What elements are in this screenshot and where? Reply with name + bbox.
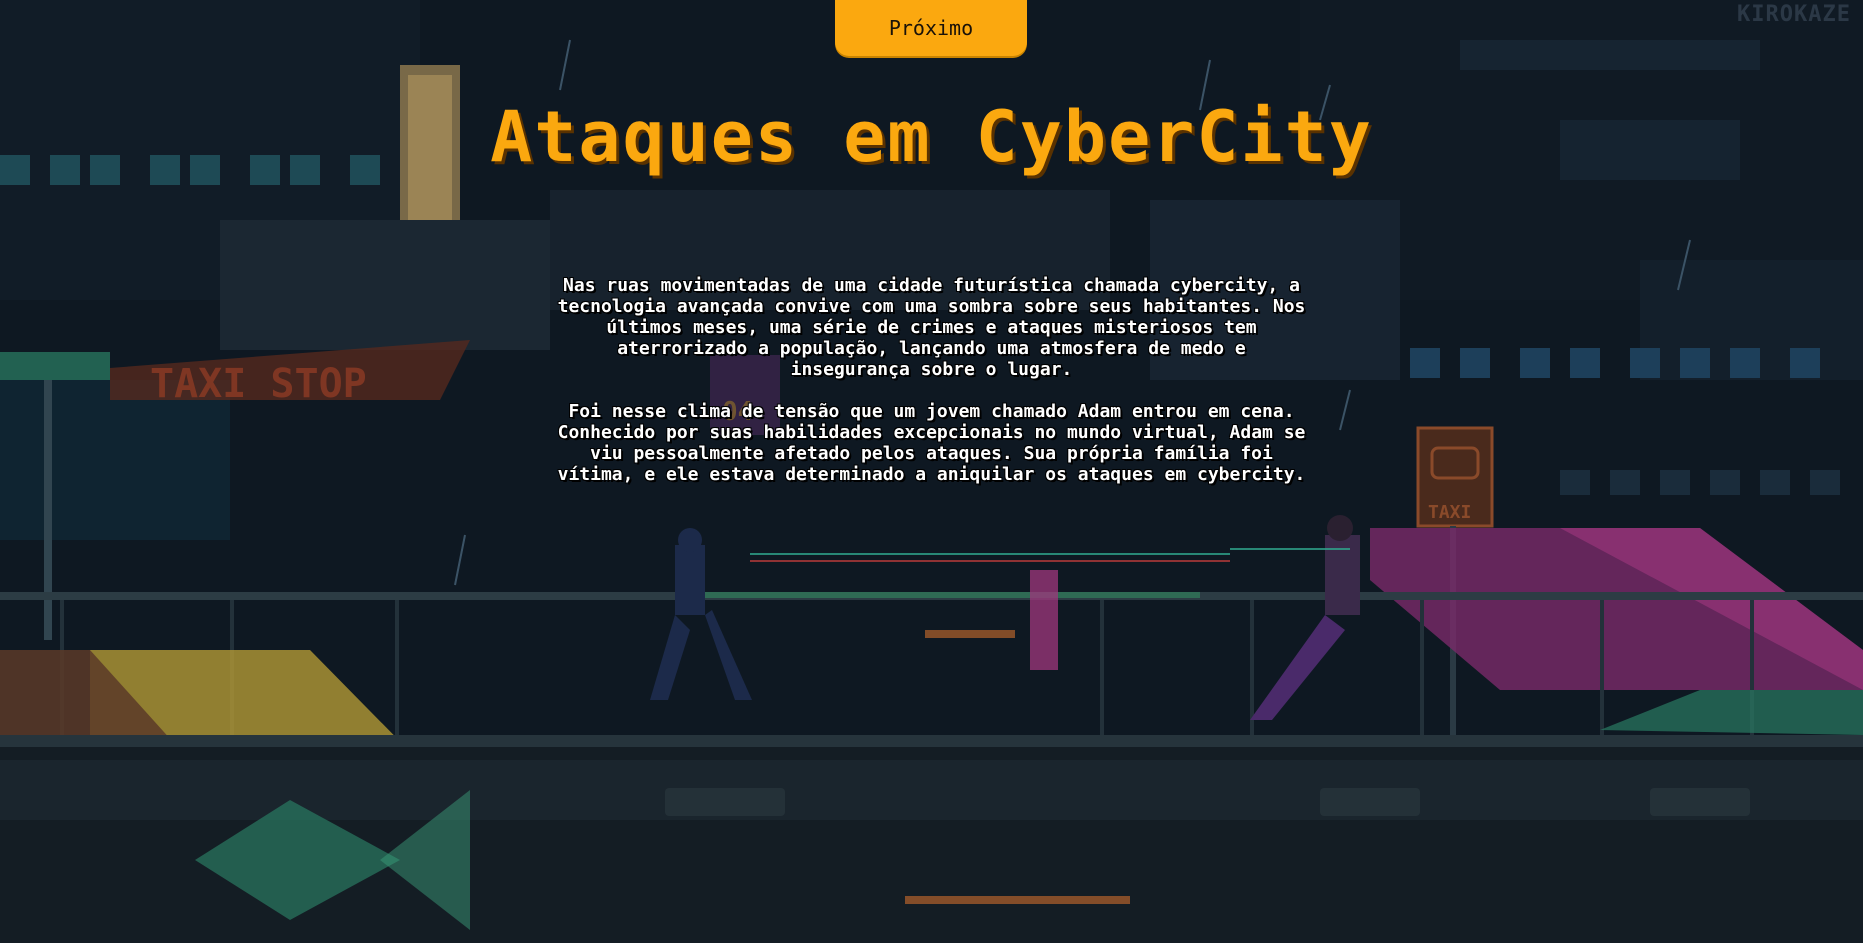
taxi-stop-sign: TAXI STOP — [150, 361, 367, 407]
taxi-sign: TAXI — [1428, 502, 1471, 523]
artist-watermark: KIROKAZE — [1737, 2, 1851, 27]
story-paragraph: Nas ruas movimentadas de uma cidade futu… — [557, 275, 1306, 380]
next-button[interactable]: Próximo — [835, 0, 1027, 56]
page-title: Ataques em CyberCity — [490, 96, 1373, 178]
story-paragraph: Foi nesse clima de tensão que um jovem c… — [557, 401, 1306, 485]
story-text: Nas ruas movimentadas de uma cidade futu… — [555, 275, 1308, 506]
